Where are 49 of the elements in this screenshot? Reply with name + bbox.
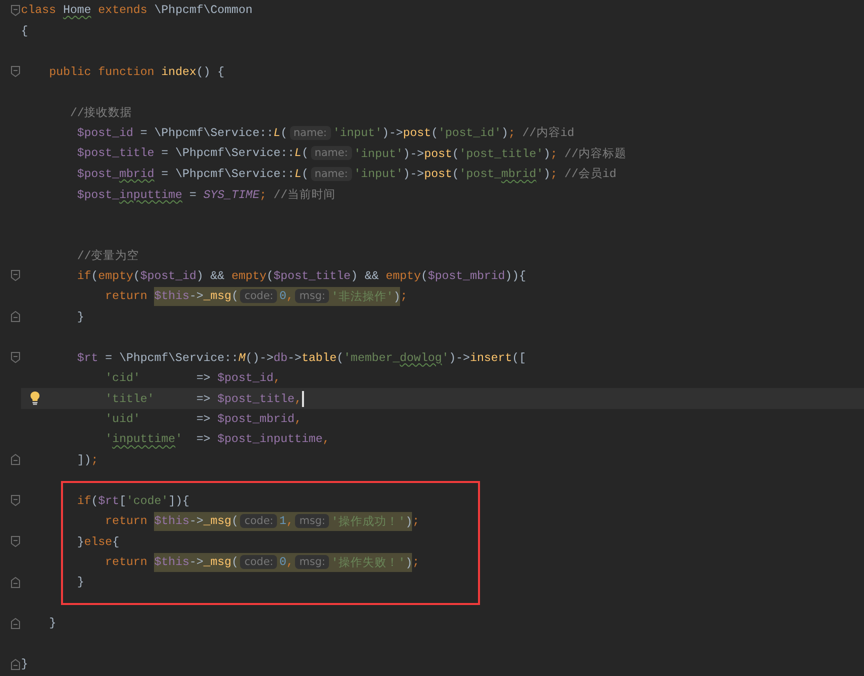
code-text: 'input')->post('post_id'); //内容id [332, 125, 574, 140]
code-text: 'inputtime' => $post_inputtime, [105, 432, 330, 446]
parameter-hint: msg: [295, 514, 330, 528]
code-text: } [21, 657, 28, 672]
code-text: if(empty($post_id) && empty($post_title) && empty($post_mbrid)){ [77, 268, 526, 283]
parameter-hint: code: [240, 514, 278, 528]
parameter-hint: name: [310, 166, 352, 181]
code-text: 'input')->post('post_title'); //内容标题 [354, 146, 626, 161]
code-text: $this->_msg( [154, 514, 238, 528]
code-text: return [105, 555, 148, 570]
code-text: $this->_msg( [154, 555, 238, 570]
code-text: ; [412, 555, 420, 570]
code-text: 1, [279, 514, 294, 528]
code-text: '非法操作') [331, 288, 400, 304]
code-text: public function index() { [49, 64, 224, 79]
code-text: } [49, 616, 56, 630]
code-text: }else{ [77, 534, 120, 549]
code-text: ]); [77, 452, 98, 467]
code-text: class Home extends \Phpcmf\Common [21, 3, 252, 18]
code-text: '操作成功！') [331, 514, 412, 529]
code-text: $post_mbrid = \Phpcmf\Service::L( [77, 166, 309, 181]
code-text: return [105, 289, 148, 304]
code-text: ; [400, 289, 408, 304]
parameter-hint: code: [240, 289, 278, 304]
parameter-hint: name: [290, 126, 331, 140]
code-text: return [105, 514, 148, 528]
code-text: 'input')->post('post_mbrid'); //会员id [354, 166, 616, 182]
code-text: $post_title = \Phpcmf\Service::L( [77, 146, 309, 160]
code-text: 'title' => $post_title, [105, 392, 302, 406]
code-text: 0, [279, 555, 294, 570]
code-text: $rt = \Phpcmf\Service::M()->db->table('member_dowlog')->insert([ [77, 350, 526, 365]
code-text: 0, [279, 289, 294, 304]
code-text: //变量为空 [77, 248, 140, 263]
code-text: } [77, 575, 84, 590]
code-text: ; [412, 514, 420, 528]
code-text: //接收数据 [70, 104, 132, 120]
code-text: $post_inputtime = SYS_TIME; //当前时间 [77, 186, 336, 202]
code-text: $this->_msg( [154, 289, 238, 304]
code-text: $post_id = \Phpcmf\Service::L( [77, 126, 288, 140]
code-text: { [21, 24, 28, 38]
code-text: 'uid' => $post_mbrid, [105, 412, 302, 426]
code-text: if($rt['code']){ [77, 494, 190, 508]
parameter-hint: code: [240, 555, 278, 570]
parameter-hint: msg: [295, 289, 330, 304]
code-text: '操作失败！') [331, 554, 412, 570]
parameter-hint: name: [310, 146, 352, 160]
code-text: } [77, 310, 84, 324]
parameter-hint: msg: [295, 555, 330, 570]
code-text: 'cid' => $post_id, [105, 371, 281, 386]
